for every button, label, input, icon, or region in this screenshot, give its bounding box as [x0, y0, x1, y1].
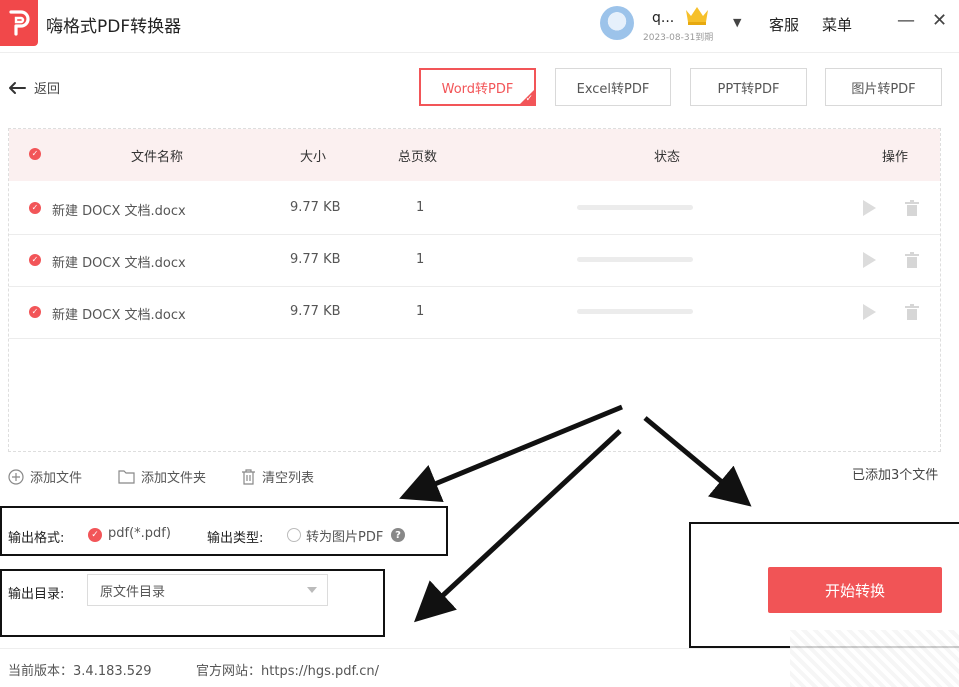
site-label: 官方网站： — [196, 664, 262, 679]
arrow-to-directory — [414, 429, 622, 623]
version-label: 当前版本： — [8, 664, 74, 679]
version-number: 3.4.183.529 — [73, 664, 152, 679]
version-info: 当前版本：3.4.183.529 — [8, 660, 152, 679]
arrow-to-format — [399, 404, 623, 502]
site-url[interactable]: https://hgs.pdf.cn/ — [261, 664, 379, 679]
arrow-to-start — [643, 416, 752, 507]
annotation-arrows — [399, 404, 752, 623]
official-site[interactable]: 官方网站：https://hgs.pdf.cn/ — [196, 660, 379, 679]
watermark-pattern — [790, 630, 959, 687]
